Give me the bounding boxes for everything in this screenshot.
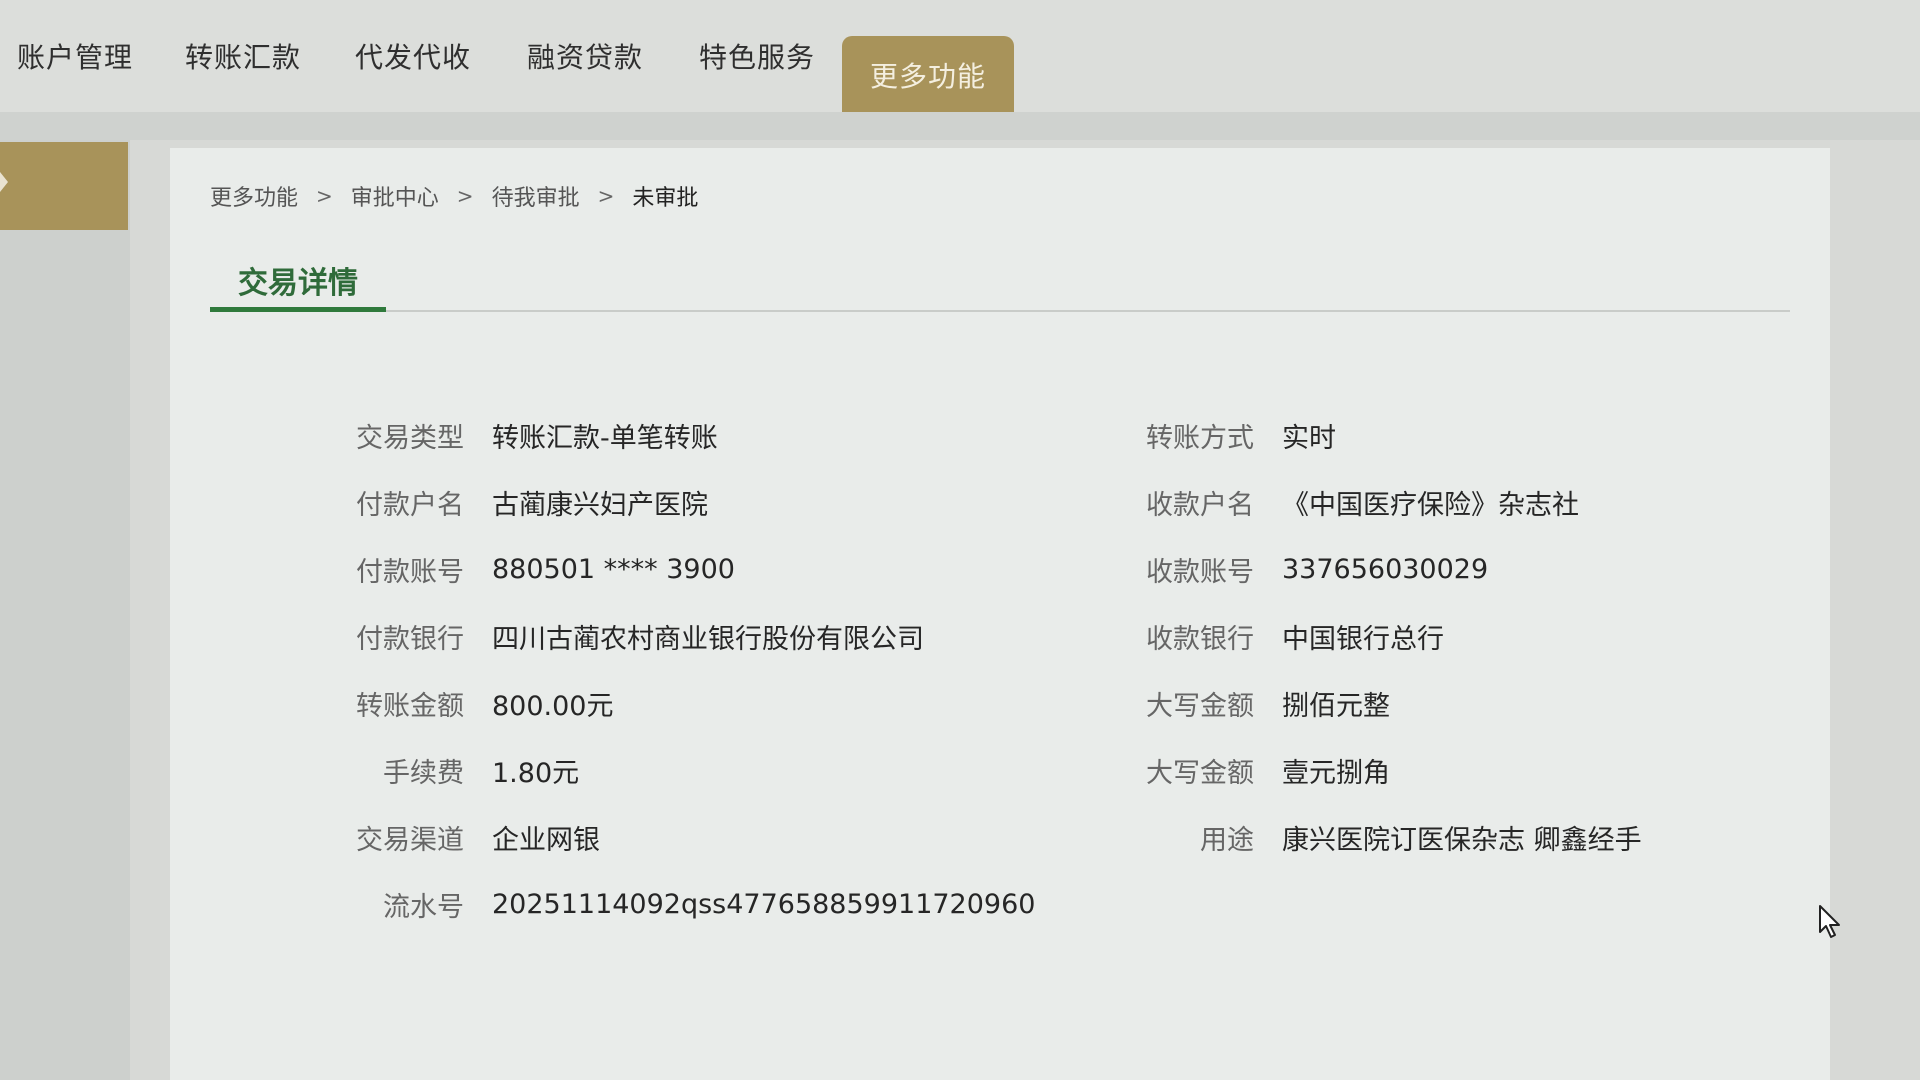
detail-row-channel: 交易渠道 企业网银: [340, 804, 1035, 871]
detail-value: 企业网银: [492, 825, 600, 856]
detail-label: 大写金额: [1146, 758, 1254, 789]
detail-row-transfer-amount: 转账金额 800.00元: [340, 670, 1035, 737]
breadcrumb: 更多功能 > 审批中心 > 待我审批 > 未审批: [210, 178, 698, 214]
mouse-pointer-icon: [1819, 905, 1840, 938]
detail-value: 实时: [1282, 423, 1336, 454]
nav-item-more-functions[interactable]: 更多功能: [842, 36, 1014, 114]
detail-label: 流水号: [383, 892, 464, 923]
detail-label: 用途: [1200, 825, 1254, 856]
detail-value: 四川古蔺农村商业银行股份有限公司: [492, 624, 924, 655]
detail-row-serial-number: 流水号 20251114092qss477658859911720960: [340, 871, 1035, 938]
detail-value: 古蔺康兴妇产医院: [492, 490, 708, 521]
detail-row-transfer-method: 转账方式 实时: [1130, 402, 1642, 469]
detail-label: 大写金额: [1146, 691, 1254, 722]
detail-value: 康兴医院订医保杂志 卿鑫经手: [1282, 825, 1642, 856]
detail-row-payee-name: 收款户名 《中国医疗保险》杂志社: [1130, 469, 1642, 536]
breadcrumb-separator: >: [597, 184, 615, 208]
detail-row-fee-in-words: 大写金额 壹元捌角: [1130, 737, 1642, 804]
nav-item-transfer[interactable]: 转账汇款: [178, 0, 308, 112]
detail-row-payee-bank: 收款银行 中国银行总行: [1130, 603, 1642, 670]
detail-label: 收款账号: [1146, 557, 1254, 588]
detail-label: 付款银行: [356, 624, 464, 655]
breadcrumb-more-functions[interactable]: 更多功能: [210, 180, 298, 212]
nav-item-account-management[interactable]: 账户管理: [10, 0, 140, 112]
detail-row-payer-account: 付款账号 880501 **** 3900: [340, 536, 1035, 603]
nav-item-featured-services[interactable]: 特色服务: [692, 0, 822, 112]
details-left-column: 交易类型 转账汇款-单笔转账 付款户名 古蔺康兴妇产医院 付款账号 880501…: [340, 402, 1035, 938]
detail-label: 交易渠道: [356, 825, 464, 856]
detail-value: 880501 **** 3900: [492, 554, 735, 585]
breadcrumb-approval-center[interactable]: 审批中心: [351, 180, 439, 212]
detail-row-payer-name: 付款户名 古蔺康兴妇产医院: [340, 469, 1035, 536]
detail-row-amount-in-words: 大写金额 捌佰元整: [1130, 670, 1642, 737]
detail-label: 转账金额: [356, 691, 464, 722]
breadcrumb-separator: >: [456, 184, 474, 208]
detail-value: 337656030029: [1282, 554, 1489, 585]
detail-value: 1.80元: [492, 758, 580, 789]
tab-divider: [210, 310, 1790, 312]
detail-label: 收款银行: [1146, 624, 1254, 655]
detail-value: 中国银行总行: [1282, 624, 1444, 655]
detail-label: 收款户名: [1146, 490, 1254, 521]
detail-value: 壹元捌角: [1282, 758, 1390, 789]
detail-row-purpose: 用途 康兴医院订医保杂志 卿鑫经手: [1130, 804, 1642, 871]
detail-label: 付款户名: [356, 490, 464, 521]
detail-label: 交易类型: [356, 423, 464, 454]
sidebar-active-item[interactable]: [0, 142, 128, 230]
breadcrumb-separator: >: [316, 184, 333, 208]
detail-label: 转账方式: [1146, 423, 1254, 454]
detail-row-transaction-type: 交易类型 转账汇款-单笔转账: [340, 402, 1035, 469]
detail-row-payee-account: 收款账号 337656030029: [1130, 536, 1642, 603]
sidebar-arrow-icon: [0, 172, 8, 192]
detail-row-fee: 手续费 1.80元: [340, 737, 1035, 804]
detail-label: 手续费: [383, 758, 464, 789]
detail-row-payer-bank: 付款银行 四川古蔺农村商业银行股份有限公司: [340, 603, 1035, 670]
breadcrumb-pending-my-approval[interactable]: 待我审批: [492, 180, 580, 212]
nav-item-financing-loans[interactable]: 融资贷款: [520, 0, 650, 112]
detail-value: 20251114092qss477658859911720960: [492, 889, 1036, 920]
breadcrumb-not-approved: 未审批: [632, 186, 699, 211]
details-right-column: 转账方式 实时 收款户名 《中国医疗保险》杂志社 收款账号 3376560300…: [1130, 402, 1642, 871]
detail-value: 800.00元: [492, 691, 614, 722]
top-nav: 账户管理 转账汇款 代发代收 融资贷款 特色服务 更多功能: [0, 0, 1920, 114]
detail-label: 付款账号: [356, 557, 464, 588]
sidebar: [0, 140, 130, 1080]
nav-underbar: [0, 112, 1920, 140]
main-panel: 更多功能 > 审批中心 > 待我审批 > 未审批 交易详情 交易类型 转账汇款-…: [170, 148, 1830, 1080]
detail-value: 《中国医疗保险》杂志社: [1282, 490, 1579, 521]
tab-transaction-details[interactable]: 交易详情: [210, 252, 386, 312]
detail-value: 转账汇款-单笔转账: [492, 423, 718, 454]
nav-item-payroll-collection[interactable]: 代发代收: [348, 0, 478, 112]
detail-value: 捌佰元整: [1282, 691, 1390, 722]
